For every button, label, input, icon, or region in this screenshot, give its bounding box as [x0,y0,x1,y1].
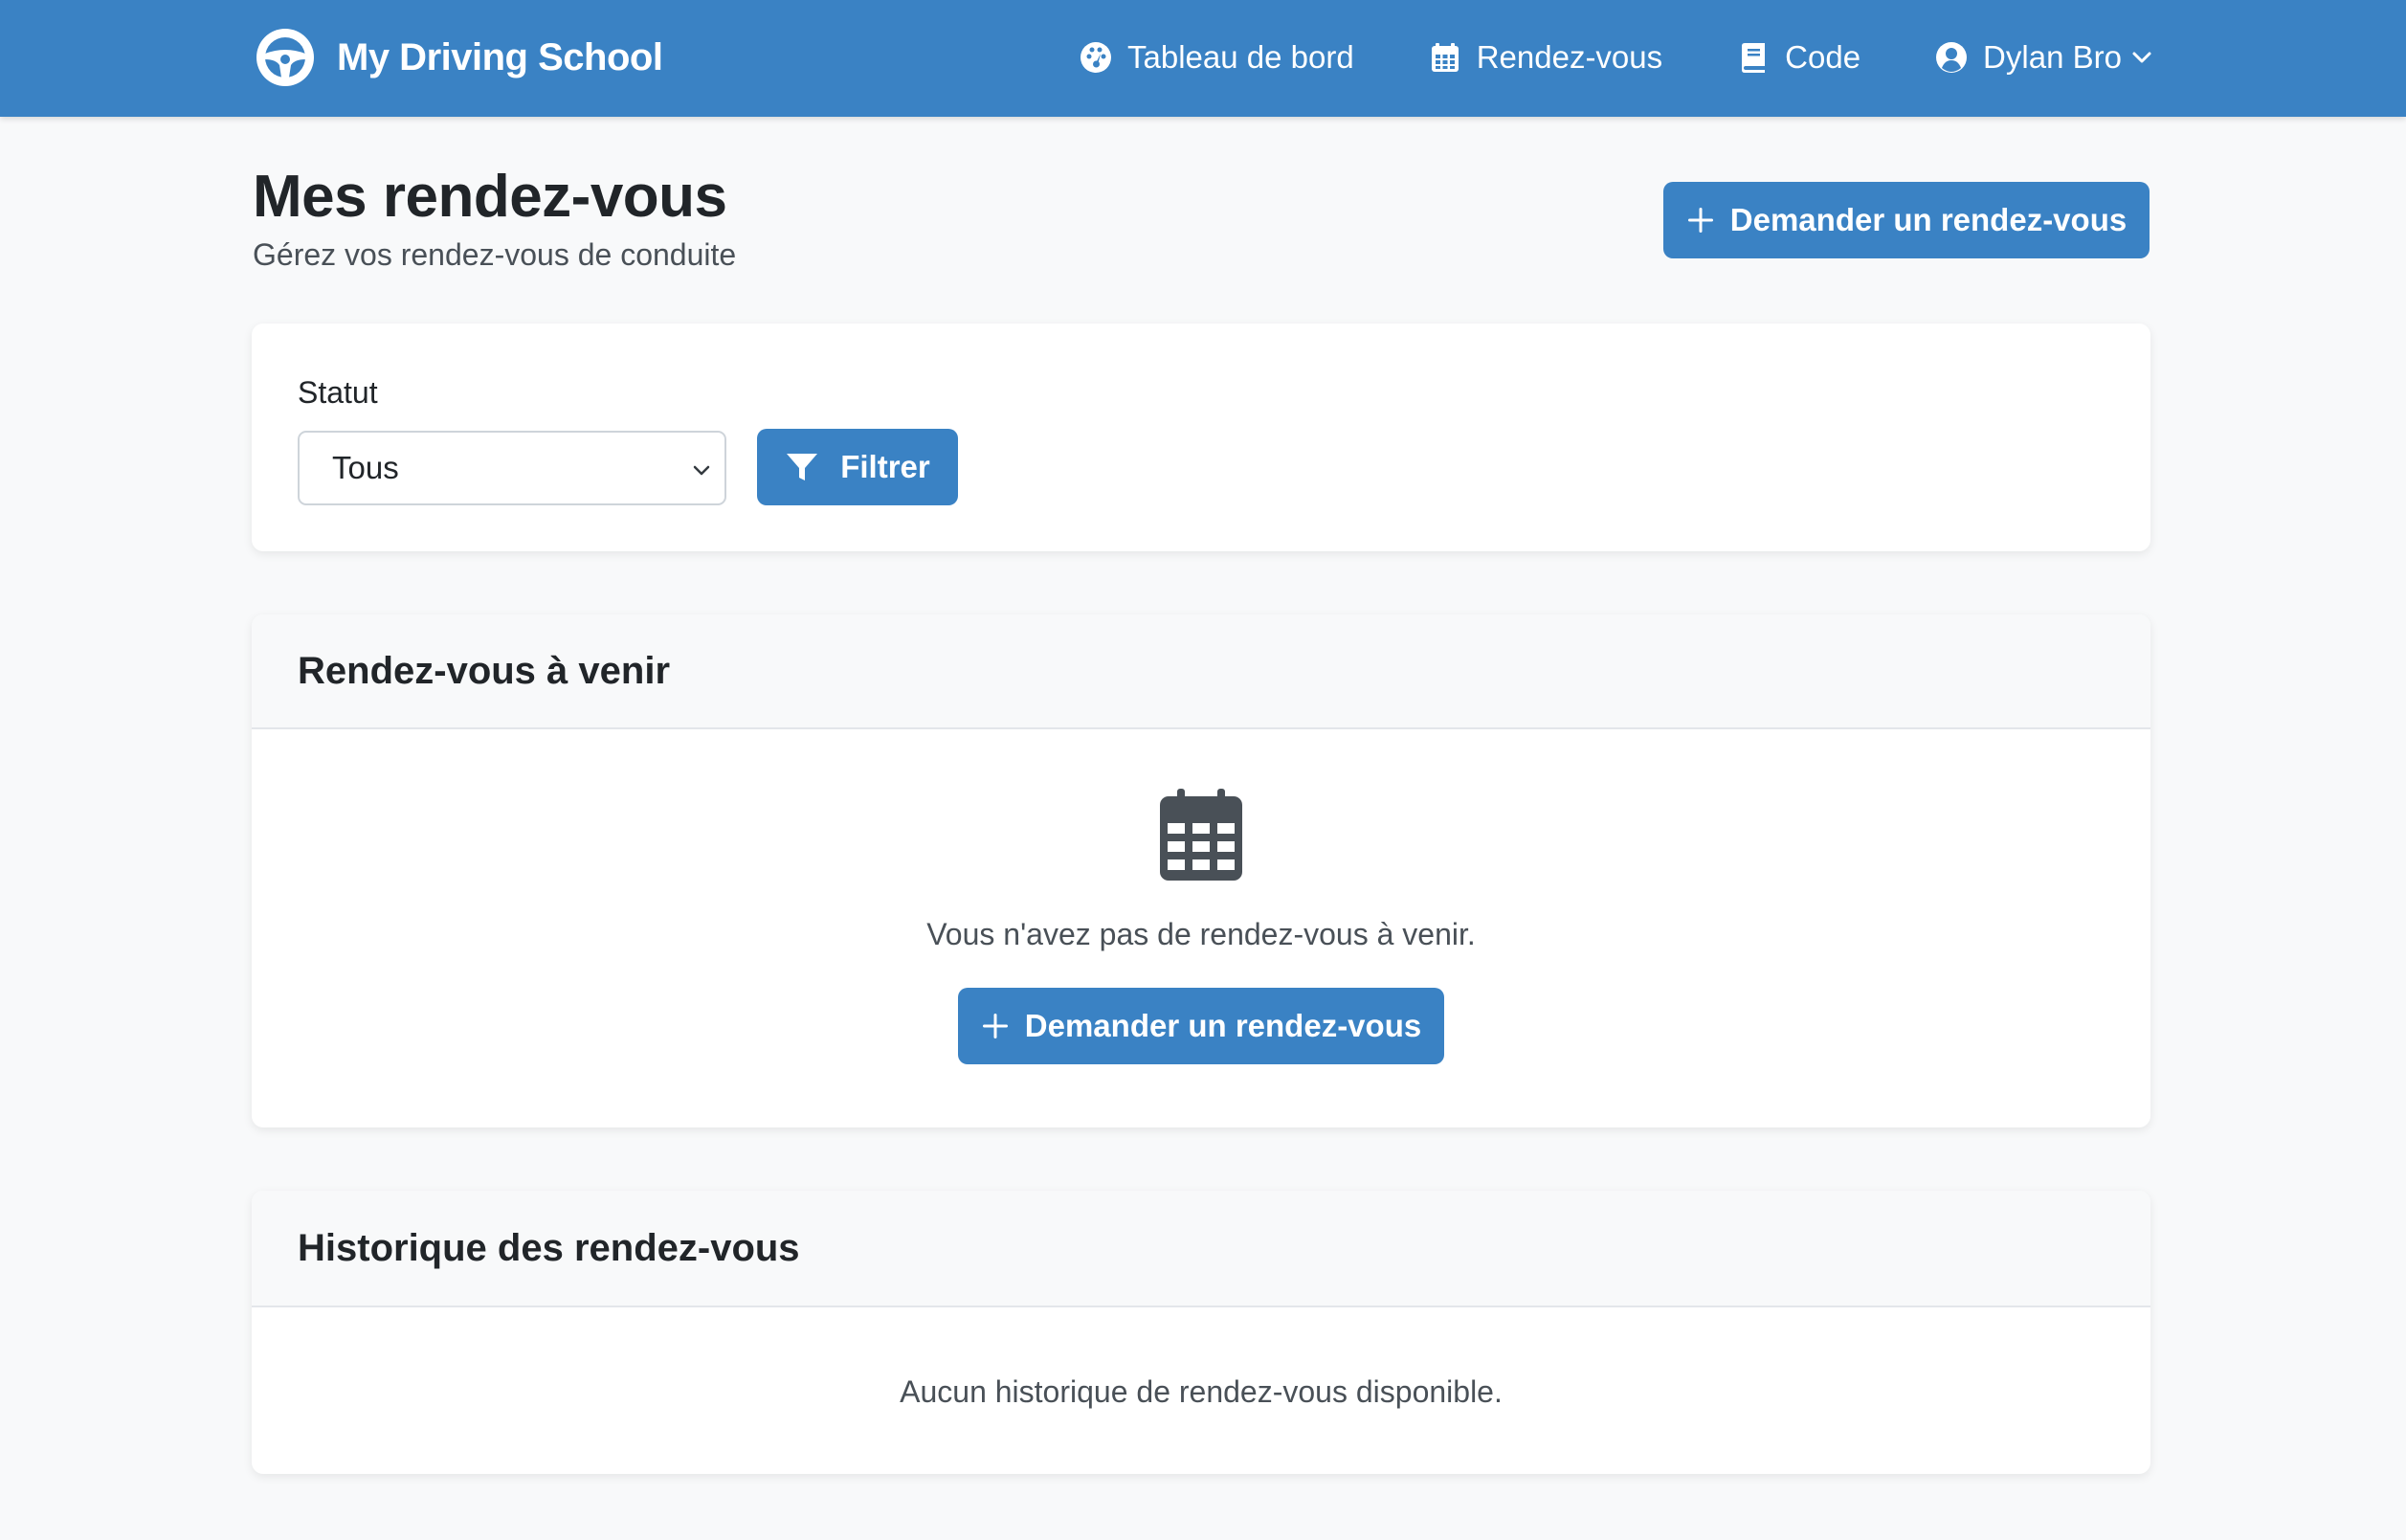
nav-item-dashboard[interactable]: Tableau de bord [1080,39,1354,76]
navbar: My Driving School Tableau de bord Rendez… [0,0,2406,117]
request-appointment-empty-button[interactable]: Demander un rendez-vous [958,988,1444,1064]
upcoming-appointments-card: Rendez-vous à venir Vous n'avez pas de r… [252,614,2150,1127]
status-select-value: Tous [332,450,399,485]
brand-link[interactable]: My Driving School [253,25,663,90]
request-appointment-button[interactable]: Demander un rendez-vous [1663,182,2150,258]
chevron-down-icon [693,465,710,476]
nav-item-code[interactable]: Code [1737,39,1860,76]
user-name: Dylan Bro [1983,39,2122,75]
history-empty-text: Aucun historique de rendez-vous disponib… [900,1374,1503,1409]
upcoming-empty-text: Vous n'avez pas de rendez-vous à venir. [926,917,1476,951]
brand-name: My Driving School [337,35,663,78]
chevron-down-icon [2132,52,2151,63]
upcoming-empty-state: Vous n'avez pas de rendez-vous à venir. … [252,729,2150,1127]
history-card-header: Historique des rendez-vous [252,1191,2150,1307]
dashboard-icon [1080,42,1111,73]
upcoming-card-header: Rendez-vous à venir [252,614,2150,729]
page-subtitle: Gérez vos rendez-vous de conduite [253,237,737,272]
book-icon [1742,43,1766,73]
status-select[interactable]: Tous [298,431,726,505]
upcoming-title: Rendez-vous à venir [298,649,671,692]
plus-icon [1687,208,1713,233]
filter-card: Statut Tous Filtrer [252,324,2150,551]
nav-label-code: Code [1785,39,1861,75]
user-menu-toggle[interactable]: Dylan Bro [1935,39,2152,76]
calendar-icon [1160,789,1242,881]
funnel-icon [787,454,818,480]
nav-menu: Tableau de bord Rendez-vous Code Dylan B… [1080,29,2152,86]
page-title: Mes rendez-vous [253,164,727,230]
history-empty-state: Aucun historique de rendez-vous disponib… [252,1307,2150,1474]
nav-label-appointments: Rendez-vous [1476,39,1663,75]
request-appointment-label: Demander un rendez-vous [1729,202,2128,237]
nav-item-appointments[interactable]: Rendez-vous [1429,39,1662,76]
appointment-history-card: Historique des rendez-vous Aucun histori… [252,1191,2150,1474]
plus-icon [982,1014,1008,1038]
calendar-icon [1431,43,1459,72]
history-title: Historique des rendez-vous [298,1226,800,1269]
nav-label-dashboard: Tableau de bord [1127,39,1354,75]
status-label: Statut [298,375,378,410]
user-circle-icon [1936,42,1968,73]
steering-wheel-icon [256,29,314,86]
filter-button-label: Filtrer [840,449,930,484]
request-appointment-empty-label: Demander un rendez-vous [1024,1008,1422,1043]
filter-button[interactable]: Filtrer [757,429,958,505]
